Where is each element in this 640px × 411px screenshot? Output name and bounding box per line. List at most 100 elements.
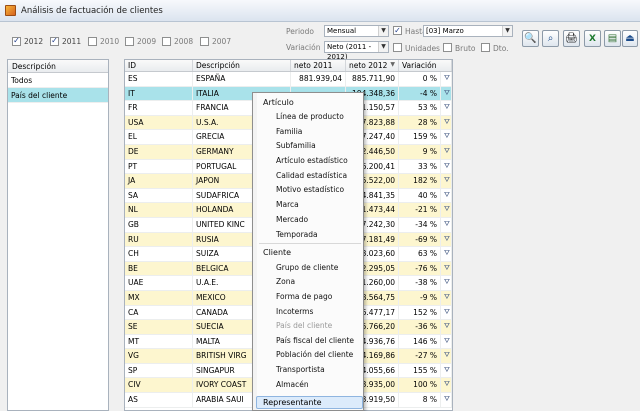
column-header-descripcion[interactable]: Descripción xyxy=(193,60,291,71)
exit-button[interactable]: ⏏ xyxy=(622,30,638,47)
cell-id: PT xyxy=(125,159,193,174)
menu-item-almacen[interactable]: Almacén xyxy=(276,380,309,389)
cell-variacion: 9 % xyxy=(399,144,441,159)
periodo-label: Periodo xyxy=(286,27,314,36)
filter-icon[interactable]: ⛛ xyxy=(441,188,452,203)
filter-icon[interactable]: ⛛ xyxy=(441,72,452,86)
filter-icon[interactable]: ⛛ xyxy=(441,130,452,144)
menu-item-pais-fiscal-cliente[interactable]: País fiscal del cliente xyxy=(276,336,354,345)
menu-item-grupo-cliente[interactable]: Grupo de cliente xyxy=(276,263,338,272)
filter-icon[interactable]: ⛛ xyxy=(441,334,452,349)
year-checkbox-2011[interactable]: ✓ 2011 xyxy=(50,36,81,46)
unidades-checkbox[interactable] xyxy=(393,43,402,52)
cell-id: CIV xyxy=(125,378,193,393)
column-header-neto-2012[interactable]: neto 2012 ▼ xyxy=(346,60,399,71)
variacion-select[interactable]: Neto (2011 - 2012) ▼ xyxy=(324,41,389,61)
cell-variacion: -27 % xyxy=(399,349,441,363)
print-button[interactable]: 🖨 xyxy=(563,30,580,47)
cell-variacion: 53 % xyxy=(399,101,441,115)
filter-icon[interactable]: ⛛ xyxy=(441,247,452,261)
cell-id: CH xyxy=(125,247,193,261)
year-checkbox-2008[interactable]: 2008 xyxy=(162,36,193,46)
toolbar: ✓ 2012 ✓ 2011 2010 2009 2008 2007 Periodo … xyxy=(0,22,640,61)
cell-id: CA xyxy=(125,305,193,320)
filter-icon[interactable]: ⛛ xyxy=(441,363,452,378)
year-checkbox-2009[interactable]: 2009 xyxy=(125,36,156,46)
menu-item-mercado[interactable]: Mercado xyxy=(276,215,308,224)
export-button[interactable]: ▤ xyxy=(604,30,621,47)
column-header-id[interactable]: ID xyxy=(125,60,193,71)
menu-item-poblacion-cliente[interactable]: Población del cliente xyxy=(276,350,353,359)
grouping-panel: Descripción Todos País del cliente xyxy=(7,59,109,411)
menu-item-transportista[interactable]: Transportista xyxy=(276,365,325,374)
checkbox-2012[interactable]: ✓ xyxy=(12,36,21,46)
menu-item-articulo-estadistico[interactable]: Artículo estadístico xyxy=(276,156,348,165)
filter-icon[interactable]: ⛛ xyxy=(441,115,452,130)
filter-icon[interactable]: ⛛ xyxy=(441,86,452,101)
menu-item-incoterms[interactable]: Incoterms xyxy=(276,307,313,316)
menu-item-motivo-estadistico[interactable]: Motivo estadístico xyxy=(276,185,344,194)
menu-separator xyxy=(259,243,361,244)
filter-icon[interactable]: ⛛ xyxy=(441,305,452,320)
cell-variacion: 152 % xyxy=(399,305,441,320)
dto-checkbox[interactable] xyxy=(481,43,490,52)
menu-item-zona[interactable]: Zona xyxy=(276,277,295,286)
menu-item-representante[interactable]: Representante xyxy=(256,396,363,409)
filter-icon[interactable]: ⛛ xyxy=(441,144,452,159)
cell-id: DE xyxy=(125,144,193,159)
filter-icon[interactable]: ⛛ xyxy=(441,174,452,188)
filter-icon[interactable]: ⛛ xyxy=(441,393,452,407)
menu-item-subfamilia[interactable]: Subfamilia xyxy=(276,141,316,150)
excel-button[interactable]: X xyxy=(584,30,601,47)
excel-icon: X xyxy=(589,33,596,44)
grouping-item-pais-cliente[interactable]: País del cliente xyxy=(8,88,108,103)
column-header-variacion[interactable]: Variación xyxy=(399,60,452,71)
filter-icon[interactable]: ⛛ xyxy=(441,290,452,305)
menu-item-calidad-estadistica[interactable]: Calidad estadística xyxy=(276,171,347,180)
cell-neto-2011: 881.939,04 xyxy=(291,72,346,86)
filter-icon[interactable]: ⛛ xyxy=(441,101,452,115)
grouping-item-todos[interactable]: Todos xyxy=(8,73,108,88)
dto-label: Dto. xyxy=(493,44,509,53)
zoom-button[interactable]: ⌕ xyxy=(542,30,559,47)
checkbox-2011[interactable]: ✓ xyxy=(50,36,59,46)
search-button[interactable]: 🔍 xyxy=(522,30,539,47)
table-row[interactable]: ES ESPAÑA 881.939,04 885.711,90 0 % ⛛ xyxy=(125,72,452,87)
filter-icon[interactable]: ⛛ xyxy=(441,261,452,276)
checkbox-2009[interactable] xyxy=(125,36,134,46)
cell-id: NL xyxy=(125,203,193,217)
checkbox-2007[interactable] xyxy=(200,36,209,46)
menu-item-temporada[interactable]: Temporada xyxy=(276,230,318,239)
periodo-select[interactable]: Mensual ▼ xyxy=(324,25,389,37)
filter-icon[interactable]: ⛛ xyxy=(441,203,452,217)
unidades-label: Unidades xyxy=(405,44,440,53)
filter-icon[interactable]: ⛛ xyxy=(441,349,452,363)
cell-id: SP xyxy=(125,363,193,378)
cell-variacion: 33 % xyxy=(399,159,441,174)
filter-icon[interactable]: ⛛ xyxy=(441,159,452,174)
filter-icon[interactable]: ⛛ xyxy=(441,378,452,393)
checkbox-2010[interactable] xyxy=(88,36,97,46)
hasta-select[interactable]: [03] Marzo ▼ xyxy=(423,25,513,37)
sort-desc-icon: ▼ xyxy=(390,61,395,68)
menu-item-marca[interactable]: Marca xyxy=(276,200,299,209)
app-icon xyxy=(5,5,16,16)
column-header-neto-2011[interactable]: neto 2011 xyxy=(291,60,346,71)
checkbox-2008[interactable] xyxy=(162,36,171,46)
menu-item-linea-producto[interactable]: Línea de producto xyxy=(276,112,344,121)
bruto-checkbox[interactable] xyxy=(443,43,452,52)
menu-item-familia[interactable]: Familia xyxy=(276,127,302,136)
filter-icon[interactable]: ⛛ xyxy=(441,217,452,232)
cell-variacion: 28 % xyxy=(399,115,441,130)
filter-icon[interactable]: ⛛ xyxy=(441,320,452,334)
cell-variacion: 159 % xyxy=(399,130,441,144)
print-icon: 🖨 xyxy=(565,33,578,44)
year-checkbox-2010[interactable]: 2010 xyxy=(88,36,119,46)
year-checkbox-2007[interactable]: 2007 xyxy=(200,36,231,46)
hasta-checkbox[interactable]: ✓ xyxy=(393,26,402,35)
menu-item-forma-pago[interactable]: Forma de pago xyxy=(276,292,332,301)
filter-icon[interactable]: ⛛ xyxy=(441,232,452,247)
window-title: Análisis de factuación de clientes xyxy=(21,6,163,16)
year-checkbox-2012[interactable]: ✓ 2012 xyxy=(12,36,43,46)
filter-icon[interactable]: ⛛ xyxy=(441,276,452,290)
